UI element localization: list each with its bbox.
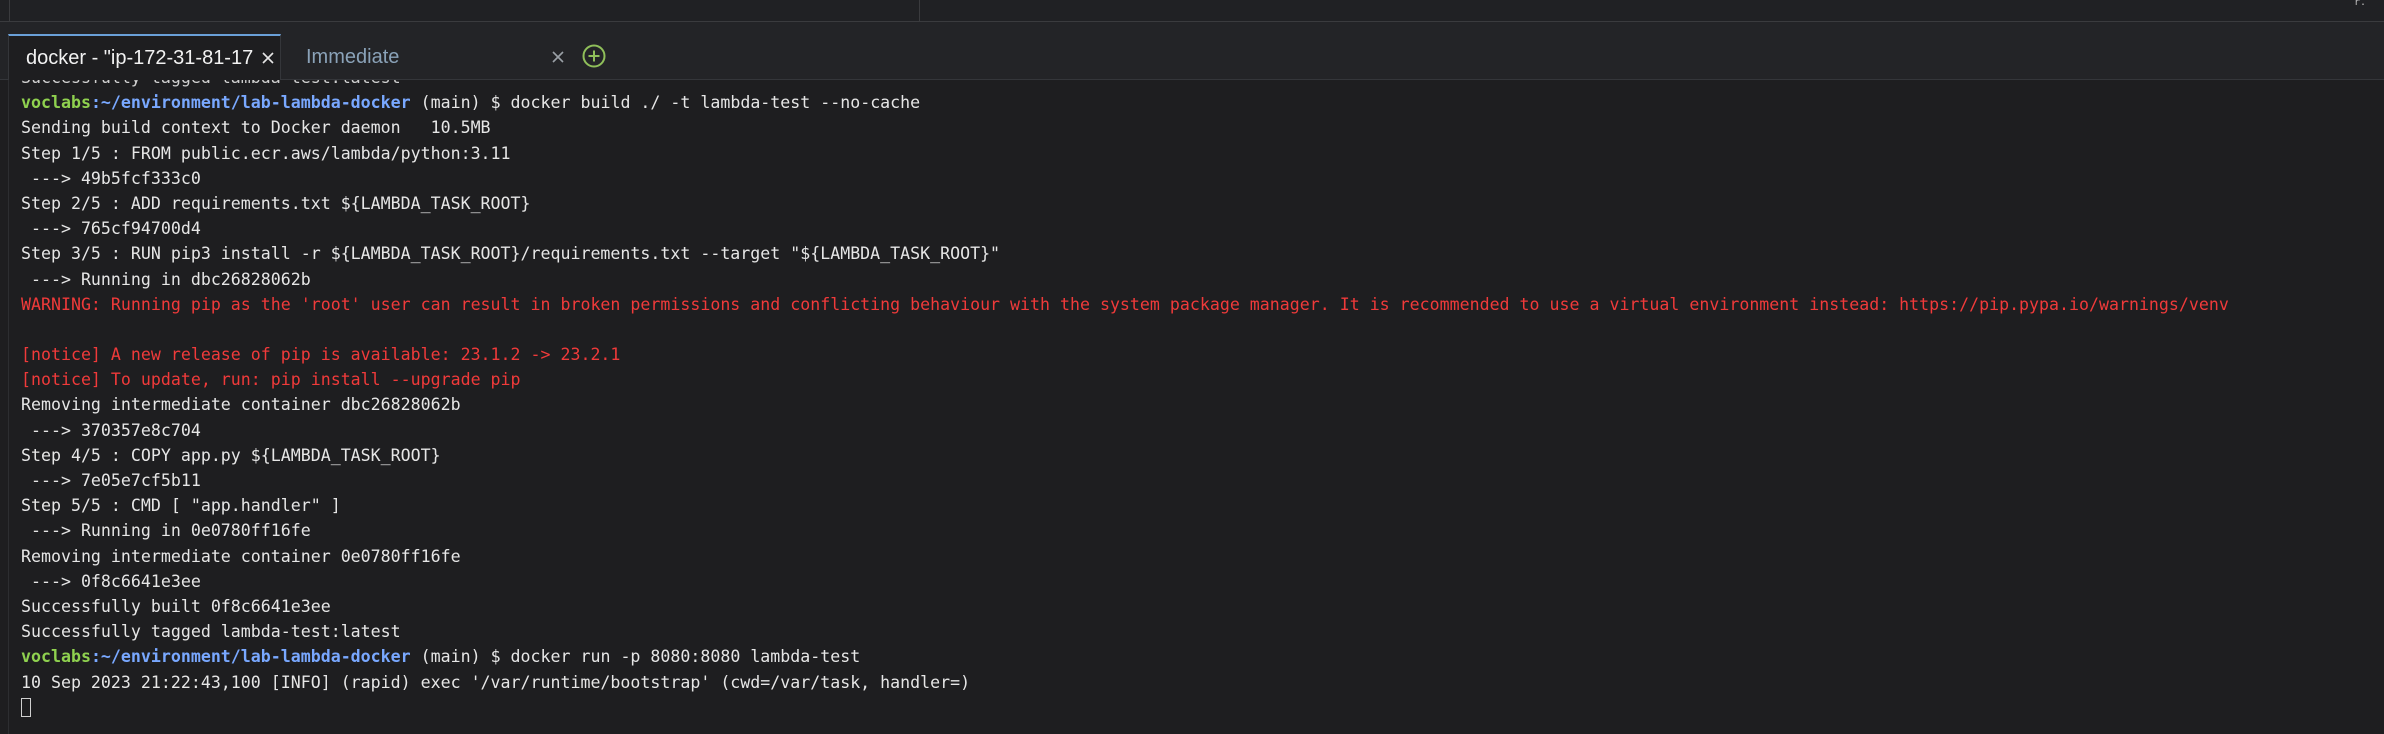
prompt-path: :~/environment/lab-lambda-docker xyxy=(90,93,411,113)
terminal-line: Step 4/5 : COPY app.py ${LAMBDA_TASK_ROO… xyxy=(21,445,441,465)
terminal-line: ---> 765cf94700d4 xyxy=(21,219,201,239)
prompt-path: :~/environment/lab-lambda-docker xyxy=(90,647,411,667)
terminal-line: Successfully built 0f8c6641e3ee xyxy=(21,596,331,616)
terminal-line: Removing intermediate container dbc26828… xyxy=(21,395,461,415)
terminal-line: Sending build context to Docker daemon 1… xyxy=(21,118,491,138)
terminal-line: Successfully tagged lambda-test:latest xyxy=(21,80,2384,90)
terminal-lines: Successfully tagged lambda-test:latest v… xyxy=(21,80,2384,720)
notice-line: [notice] A new release of pip is availab… xyxy=(21,345,621,365)
top-panel-segment xyxy=(0,0,10,21)
terminal-tab-bar: docker - "ip-172-31-81-17 Immediate xyxy=(0,22,2384,80)
terminal-line: Successfully tagged lambda-test:latest xyxy=(21,622,401,642)
close-icon[interactable] xyxy=(257,47,279,69)
terminal-line: Step 5/5 : CMD [ "app.handler" ] xyxy=(21,496,341,516)
terminal-output[interactable]: Successfully tagged lambda-test:latest v… xyxy=(8,80,2384,734)
plus-circle-icon[interactable] xyxy=(580,42,608,70)
top-panel-segment xyxy=(10,0,920,21)
tab-title: Immediate xyxy=(306,45,400,68)
terminal-line: ---> 49b5fcf333c0 xyxy=(21,168,201,188)
terminal-line: ---> 0f8c6641e3ee xyxy=(21,571,201,591)
top-panel-bar: r.l xyxy=(0,0,2384,22)
prompt-line: voclabs:~/environment/lab-lambda-docker … xyxy=(21,644,2384,669)
tab-docker-terminal[interactable]: docker - "ip-172-31-81-17 xyxy=(8,34,281,80)
close-icon[interactable] xyxy=(547,46,569,68)
notice-line: [notice] To update, run: pip install --u… xyxy=(21,370,521,390)
warning-line: WARNING: Running pip as the 'root' user … xyxy=(21,294,2229,314)
terminal-line: Step 1/5 : FROM public.ecr.aws/lambda/py… xyxy=(21,143,511,163)
terminal-line: ---> Running in 0e0780ff16fe xyxy=(21,521,311,541)
prompt-command: docker run -p 8080:8080 lambda-test xyxy=(510,647,861,667)
terminal-line: ---> Running in dbc26828062b xyxy=(21,269,311,289)
prompt-line: voclabs:~/environment/lab-lambda-docker … xyxy=(21,90,2384,115)
cursor-line xyxy=(21,695,2384,720)
terminal-line: Step 3/5 : RUN pip3 install -r ${LAMBDA_… xyxy=(21,244,1001,264)
prompt-user: voclabs xyxy=(21,93,91,113)
prompt-branch: (main) $ xyxy=(410,647,511,667)
prompt-user: voclabs xyxy=(21,647,91,667)
tab-title: docker - "ip-172-31-81-17 xyxy=(26,46,254,69)
prompt-branch: (main) $ xyxy=(410,93,511,113)
terminal-cursor[interactable] xyxy=(21,697,31,717)
tab-immediate[interactable]: Immediate xyxy=(290,34,570,80)
terminal-line: Step 2/5 : ADD requirements.txt ${LAMBDA… xyxy=(21,193,531,213)
terminal-line: Removing intermediate container 0e0780ff… xyxy=(21,546,461,566)
terminal-line: ---> 7e05e7cf5b11 xyxy=(21,471,201,490)
terminal-line: ---> 370357e8c704 xyxy=(21,420,201,440)
terminal-line: 10 Sep 2023 21:22:43,100 [INFO] (rapid) … xyxy=(21,672,971,692)
prompt-command: docker build ./ -t lambda-test --no-cach… xyxy=(510,93,921,113)
corner-mark: r.l xyxy=(2354,0,2368,6)
